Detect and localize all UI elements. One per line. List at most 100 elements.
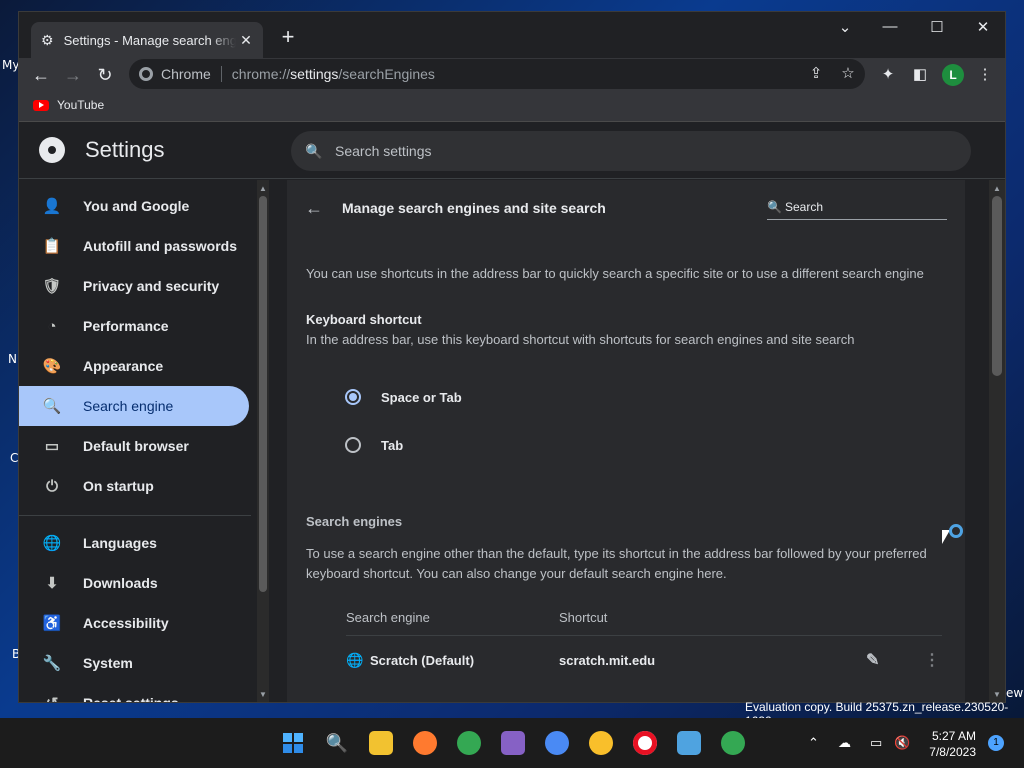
forward-button[interactable]: → [61, 63, 85, 87]
back-arrow-icon[interactable]: ← [305, 198, 323, 219]
scroll-down-arrow-icon[interactable]: ▼ [991, 690, 1003, 699]
reload-button[interactable]: ↻ [93, 63, 117, 87]
back-button[interactable]: ← [29, 63, 53, 87]
visual-studio-icon[interactable] [501, 731, 525, 755]
chevron-up-icon[interactable]: ⌃ [808, 735, 819, 751]
search-button[interactable]: 🔍 [325, 731, 349, 755]
sidebar-scrollbar[interactable]: ▲ ▼ [257, 180, 269, 702]
sidebar-item-label: Autofill and passwords [83, 238, 238, 254]
taskbar: 🔍 ⌃ ☁ ▭ 🔇 5:27 AM 7/8/2023 1 [0, 718, 1024, 768]
table-row: 🌐 Scratch (Default) scratch.mit.edu ✎ ⋮ [346, 636, 942, 686]
minimize-button[interactable]: — [876, 18, 904, 35]
tab-title: Settings - Manage search engines and sit… [63, 32, 236, 48]
close-window-button[interactable]: ✕ [969, 18, 997, 36]
clock-date: 7/8/2023 [929, 745, 976, 759]
browser-toolbar: ← → ↻ Chrome chrome:// settings /searchE… [19, 58, 1005, 92]
sidebar-item-accessibility[interactable]: ♿ Accessibility [19, 603, 249, 643]
sidebar-item-label: Search engine [83, 398, 174, 414]
sidebar-item-search-engine[interactable]: 🔍 Search engine [19, 386, 249, 426]
bookmark-star-icon[interactable]: ☆ [838, 64, 858, 82]
sidebar-item-label: Privacy and security [83, 278, 220, 294]
maximize-button[interactable]: ☐ [923, 18, 951, 36]
chrome-icon[interactable] [457, 731, 481, 755]
scroll-down-arrow-icon[interactable]: ▼ [257, 690, 269, 699]
scroll-up-arrow-icon[interactable]: ▲ [991, 184, 1003, 193]
sidebar-item-performance[interactable]: ◔ Performance [19, 306, 249, 346]
bookmark-label: YouTube [57, 98, 105, 112]
settings-search[interactable]: 🔍 [291, 131, 971, 171]
download-icon: ⬇ [45, 575, 59, 592]
intro-text: You can use shortcuts in the address bar… [306, 266, 924, 281]
sidebar-item-label: Downloads [83, 575, 158, 591]
address-bar[interactable]: Chrome chrome:// settings /searchEngines [129, 59, 865, 89]
sidebar-item-label: Languages [83, 535, 157, 551]
sidebar-scrollbar-thumb[interactable] [259, 196, 267, 592]
share-icon[interactable]: ⇪ [806, 64, 826, 82]
cloud-offline-icon[interactable]: ☁ [838, 735, 851, 751]
menu-icon[interactable]: ⋮ [975, 65, 995, 83]
system-clock[interactable]: 5:27 AM 7/8/2023 [914, 728, 976, 760]
network-icon[interactable]: ▭ [870, 735, 882, 751]
youtube-icon [33, 99, 49, 111]
chrome-active-icon[interactable] [721, 731, 745, 755]
radio-button[interactable] [345, 437, 361, 453]
chromium-icon[interactable] [545, 731, 569, 755]
main-scrollbar[interactable]: ▲ ▼ [989, 180, 1005, 702]
extensions-icon[interactable]: ✦ [878, 65, 898, 83]
sidebar-item-appearance[interactable]: 🎨 Appearance [19, 346, 249, 386]
sidebar-item-default-browser[interactable]: ▭ Default browser [19, 426, 249, 466]
volume-muted-icon[interactable]: 🔇 [894, 735, 910, 751]
close-tab-button[interactable]: ✕ [237, 32, 255, 49]
side-panel-icon[interactable]: ◧ [910, 65, 930, 83]
scroll-up-arrow-icon[interactable]: ▲ [257, 184, 269, 193]
sidebar-item-downloads[interactable]: ⬇ Downloads [19, 563, 249, 603]
sidebar-item-on-startup[interactable]: ⏻ On startup [19, 466, 249, 506]
more-actions-icon[interactable]: ⋮ [924, 650, 940, 670]
settings-sidebar: 👤 You and Google 📋 Autofill and password… [19, 180, 257, 702]
edit-pencil-icon[interactable]: ✎ [866, 650, 879, 670]
firefox-icon[interactable] [413, 731, 437, 755]
url-path: /searchEngines [338, 66, 435, 82]
power-icon: ⏻ [46, 477, 58, 495]
settings-search-input[interactable] [335, 143, 935, 159]
sidebar-item-label: You and Google [83, 198, 190, 214]
search-engines-search-input[interactable] [785, 199, 935, 214]
new-tab-button[interactable]: + [277, 26, 299, 48]
sidebar-item-languages[interactable]: 🌐 Languages [19, 523, 249, 563]
settings-header: Settings 🔍 [19, 123, 1005, 179]
file-explorer-icon[interactable] [369, 731, 393, 755]
sidebar-item-system[interactable]: 🔧 System [19, 643, 249, 683]
chrome-logo-icon [39, 137, 65, 163]
speedometer-icon: ◔ [47, 317, 57, 335]
browser-window: ⚙ Settings - Manage search engines and s… [18, 11, 1006, 703]
record-icon[interactable] [633, 731, 657, 755]
engine-shortcut: scratch.mit.edu [559, 653, 656, 668]
notification-badge[interactable]: 1 [988, 735, 1004, 751]
palette-icon: 🎨 [42, 358, 62, 375]
chrome-canary-icon[interactable] [589, 731, 613, 755]
tab-strip: ⚙ Settings - Manage search engines and s… [19, 12, 1005, 58]
search-engines-description: To use a search engine other than the de… [306, 546, 927, 581]
sidebar-item-label: On startup [83, 478, 154, 494]
tab-settings[interactable]: ⚙ Settings - Manage search engines and s… [31, 22, 263, 58]
sidebar-item-reset-settings[interactable]: ↺ Reset settings [19, 683, 249, 702]
radio-space-or-tab[interactable]: Space or Tab [345, 389, 462, 405]
bookmark-youtube[interactable]: YouTube [33, 98, 104, 112]
start-button[interactable] [281, 731, 305, 755]
reset-icon: ↺ [41, 694, 63, 702]
sidebar-item-label: Accessibility [83, 615, 169, 631]
sidebar-item-autofill[interactable]: 📋 Autofill and passwords [19, 226, 249, 266]
radio-button-selected[interactable] [345, 389, 361, 405]
sidebar-item-privacy[interactable]: 🛡 Privacy and security [19, 266, 249, 306]
section-title: Manage search engines and site search [342, 200, 606, 216]
globe-icon: 🌐 [42, 535, 62, 552]
store-icon[interactable] [677, 731, 701, 755]
search-engines-search[interactable]: 🔍 [767, 194, 947, 220]
main-scrollbar-thumb[interactable] [992, 196, 1002, 376]
radio-tab[interactable]: Tab [345, 437, 403, 453]
tab-search-button[interactable]: ⌄ [831, 18, 859, 36]
url-separator [220, 66, 222, 82]
sidebar-item-you-and-google[interactable]: 👤 You and Google [19, 186, 249, 226]
avatar[interactable]: L [942, 64, 964, 86]
column-header-search-engine: Search engine [346, 610, 430, 625]
